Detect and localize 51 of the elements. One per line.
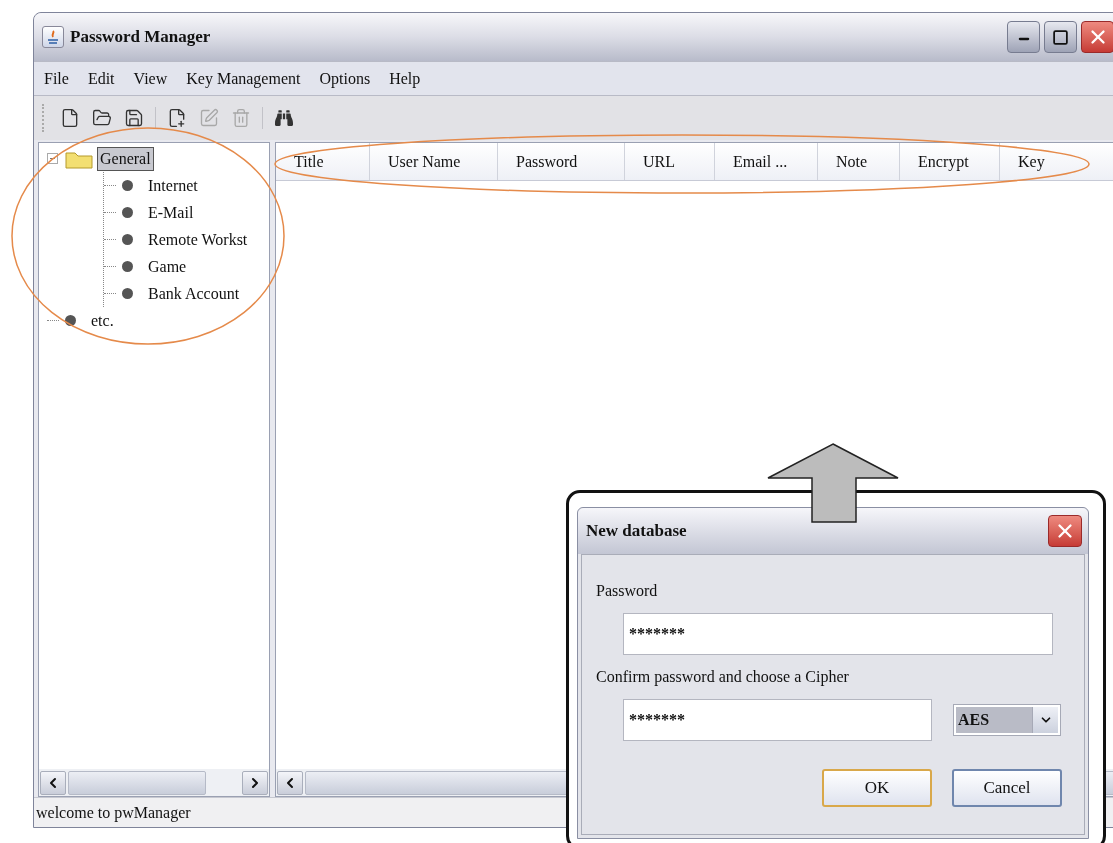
dialog-button[interactable]: OK: [822, 769, 932, 807]
scrollbar-thumb[interactable]: [68, 770, 206, 795]
bullet-icon: [122, 234, 133, 245]
menu-item[interactable]: File: [44, 66, 69, 91]
window-title: Password Manager: [70, 26, 211, 49]
field-label: Confirm password and choose a Cipher: [596, 667, 850, 687]
dialog-button[interactable]: Cancel: [952, 769, 1062, 807]
column-header[interactable]: Title: [276, 143, 370, 180]
bullet-icon: [122, 207, 133, 218]
cipher-dropdown[interactable]: AES: [953, 704, 1061, 736]
maximize-button[interactable]: [1044, 21, 1077, 53]
column-header[interactable]: URL: [625, 143, 715, 180]
dropdown-caret-icon: [1032, 707, 1058, 733]
scroll-left-button[interactable]: [277, 770, 303, 795]
column-header[interactable]: Encrypt: [900, 143, 1000, 180]
collapse-icon[interactable]: [47, 153, 58, 164]
bullet-icon: [122, 288, 133, 299]
menu-item[interactable]: Options: [319, 66, 371, 91]
bullet-icon: [65, 315, 76, 326]
tree-item[interactable]: E-Mail: [145, 200, 197, 225]
close-button[interactable]: [1081, 21, 1113, 53]
column-header[interactable]: Note: [818, 143, 900, 180]
maximize-icon: [1052, 28, 1069, 46]
bullet-icon: [122, 261, 133, 272]
column-header[interactable]: Password: [498, 143, 625, 180]
save-icon[interactable]: [123, 107, 145, 129]
field-label: Password: [596, 581, 659, 601]
close-button[interactable]: [1048, 515, 1082, 547]
bullet-icon: [122, 180, 133, 191]
tree-item[interactable]: Internet: [145, 173, 201, 198]
menu-item[interactable]: Key Management: [186, 66, 301, 91]
column-header[interactable]: User Name: [370, 143, 498, 180]
horizontal-scrollbar[interactable]: [39, 769, 269, 796]
password-field[interactable]: *******: [623, 613, 1053, 655]
scroll-right-button[interactable]: [242, 770, 268, 795]
tree-item[interactable]: Remote Workst: [145, 227, 251, 252]
menu-item[interactable]: Edit: [87, 66, 115, 91]
binoculars-icon[interactable]: [273, 107, 295, 129]
menu-item[interactable]: View: [133, 66, 168, 91]
tree-item[interactable]: etc.: [88, 308, 117, 333]
status-text: welcome to pwManager: [36, 802, 191, 824]
password-field[interactable]: *******: [623, 699, 932, 741]
scroll-left-button[interactable]: [40, 770, 66, 795]
tree-item[interactable]: Bank Account: [145, 281, 243, 306]
tree-item[interactable]: Game: [145, 254, 190, 279]
app-icon: [42, 26, 64, 48]
menu-item[interactable]: Help: [389, 66, 421, 91]
tree-item[interactable]: General: [97, 146, 154, 171]
column-header[interactable]: Key: [1000, 143, 1113, 180]
column-header[interactable]: Email ...: [715, 143, 818, 180]
dialog-title: New database: [586, 520, 687, 543]
